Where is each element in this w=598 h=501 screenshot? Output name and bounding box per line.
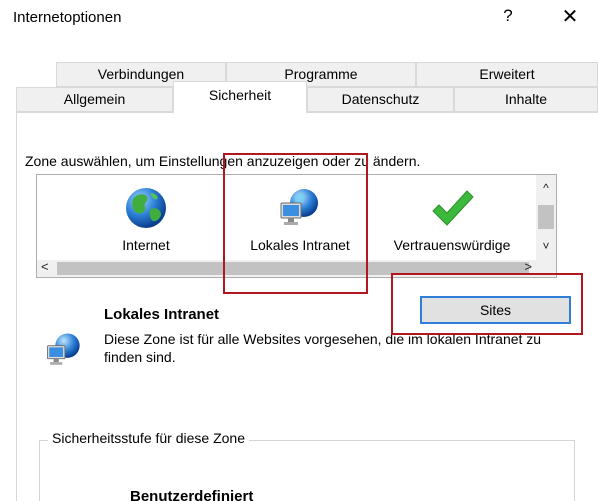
zone-internet[interactable]: Internet (71, 175, 221, 261)
tab-inhalte[interactable]: Inhalte (454, 87, 598, 112)
title-bar: Internetoptionen ? ✕ (0, 0, 598, 40)
scroll-left-icon[interactable]: < (41, 259, 49, 274)
tab-label: Erweitert (479, 66, 535, 82)
close-button[interactable]: ✕ (555, 4, 585, 29)
zone-label: Lokales Intranet (250, 237, 350, 253)
scroll-right-icon[interactable]: > (524, 259, 532, 274)
tab-erweitert[interactable]: Erweitert (416, 62, 598, 87)
scroll-up-icon[interactable]: ^ (536, 181, 556, 195)
tab-label: Datenschutz (341, 91, 420, 107)
zone-instruction: Zone auswählen, um Einstellungen anzuzei… (25, 153, 421, 169)
scroll-thumb[interactable] (538, 205, 554, 229)
intranet-icon (277, 185, 323, 231)
zone-label: Internet (122, 237, 170, 253)
scroll-down-icon[interactable]: ˅ (536, 239, 556, 253)
tab-label: Verbindungen (97, 66, 185, 82)
zone-vertrauenswuerdige[interactable]: Vertrauenswürdige (377, 175, 527, 261)
checkmark-icon (429, 185, 475, 231)
zone-label: Vertrauenswürdige (393, 237, 511, 253)
security-level-group (39, 440, 575, 501)
help-button[interactable]: ? (498, 6, 518, 26)
security-level-group-label: Sicherheitsstufe für diese Zone (48, 430, 249, 446)
tab-label: Allgemein (63, 91, 126, 107)
zone-heading: Lokales Intranet (104, 306, 220, 323)
tab-datenschutz[interactable]: Datenschutz (307, 87, 454, 112)
window-title: Internetoptionen (13, 9, 122, 26)
tab-label: Sicherheit (208, 87, 272, 103)
tab-sicherheit[interactable]: Sicherheit (173, 81, 307, 113)
vertical-scrollbar[interactable]: ^ ˅ (536, 175, 556, 261)
globe-icon (123, 185, 169, 231)
scroll-thumb[interactable] (57, 262, 529, 275)
tab-allgemein[interactable]: Allgemein (16, 87, 173, 112)
zone-description: Diese Zone ist für alle Websites vorgese… (104, 331, 542, 365)
sites-button[interactable]: Sites (420, 296, 571, 324)
tab-label: Inhalte (504, 91, 548, 107)
zone-list[interactable]: Internet Lokales Intranet Vertrauenswürd… (36, 174, 557, 278)
zone-lokales-intranet[interactable]: Lokales Intranet (225, 175, 375, 261)
intranet-icon (44, 330, 84, 370)
security-level-label: Benutzerdefiniert (130, 488, 254, 501)
tab-label: Programme (284, 66, 358, 82)
horizontal-scrollbar[interactable]: < > (37, 259, 556, 277)
